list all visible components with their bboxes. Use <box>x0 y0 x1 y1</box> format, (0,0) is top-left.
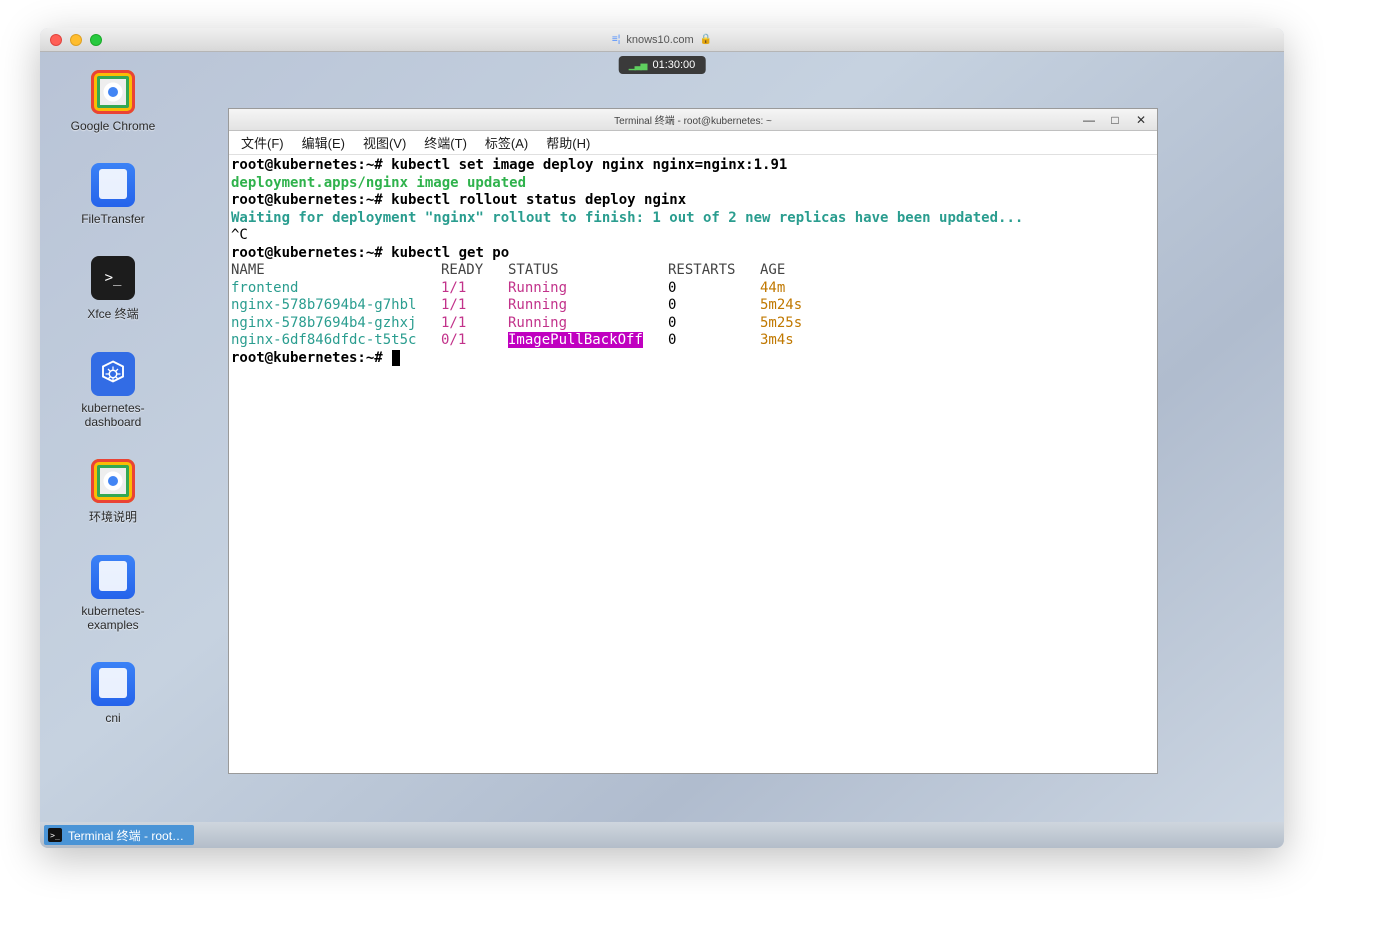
reader-icon: ≡¦ <box>612 34 620 45</box>
taskbar: >_ Terminal 终端 - root… <box>40 822 1284 848</box>
terminal-menubar: 文件(F) 编辑(E) 视图(V) 终端(T) 标签(A) 帮助(H) <box>229 131 1157 155</box>
cursor <box>392 350 400 366</box>
desktop-item-xfce-terminal[interactable]: >_ Xfce 终端 <box>58 256 168 322</box>
terminal-title: Terminal 终端 - root@kubernetes: ~ <box>614 112 772 127</box>
desktop-label: FileTransfer <box>81 212 145 226</box>
desktop-item-k8s-dashboard[interactable]: kubernetes-dashboard <box>58 352 168 429</box>
desktop-label: kubernetes-dashboard <box>58 401 168 429</box>
folder-icon <box>91 163 135 207</box>
folder-icon <box>91 555 135 599</box>
mac-titlebar: ≡¦ knows10.com 🔒 <box>40 28 1284 52</box>
timer-value: 01:30:00 <box>652 59 695 71</box>
terminal-icon: >_ <box>48 828 62 842</box>
menu-tabs[interactable]: 标签(A) <box>477 131 536 154</box>
desktop-label: Xfce 终端 <box>87 305 138 322</box>
desktop-label: 环境说明 <box>89 508 137 525</box>
desktop-item-chrome[interactable]: Google Chrome <box>58 70 168 133</box>
lock-icon: 🔒 <box>700 34 712 45</box>
terminal-icon: >_ <box>91 256 135 300</box>
maximize-button[interactable] <box>90 34 102 46</box>
chrome-icon <box>91 70 135 114</box>
terminal-body[interactable]: root@kubernetes:~# kubectl set image dep… <box>229 155 1157 369</box>
window-controls: — □ ✕ <box>1077 112 1153 128</box>
terminal-window: Terminal 终端 - root@kubernetes: ~ — □ ✕ 文… <box>228 108 1158 774</box>
browser-url-display[interactable]: ≡¦ knows10.com 🔒 <box>612 34 712 46</box>
desktop-item-cni[interactable]: cni <box>58 662 168 725</box>
traffic-lights <box>50 34 102 46</box>
close-button[interactable] <box>50 34 62 46</box>
k8s-icon <box>91 352 135 396</box>
desktop-label: cni <box>105 711 120 725</box>
desktop-label: kubernetes-examples <box>58 604 168 632</box>
signal-icon: ▁▃▅ <box>629 60 647 71</box>
menu-terminal[interactable]: 终端(T) <box>416 131 475 154</box>
taskbar-label: Terminal 终端 - root… <box>68 827 184 844</box>
taskbar-item-terminal[interactable]: >_ Terminal 终端 - root… <box>44 825 194 845</box>
minimize-icon[interactable]: — <box>1077 112 1101 128</box>
desktop-item-filetransfer[interactable]: FileTransfer <box>58 163 168 226</box>
menu-view[interactable]: 视图(V) <box>355 131 414 154</box>
chrome-icon <box>91 459 135 503</box>
timer-chip: ▁▃▅ 01:30:00 <box>619 56 706 74</box>
maximize-icon[interactable]: □ <box>1103 112 1127 128</box>
mac-window: ≡¦ knows10.com 🔒 ▁▃▅ 01:30:00 Google Chr… <box>40 28 1284 848</box>
desktop-item-k8s-examples[interactable]: kubernetes-examples <box>58 555 168 632</box>
menu-help[interactable]: 帮助(H) <box>538 131 598 154</box>
menu-file[interactable]: 文件(F) <box>233 131 292 154</box>
terminal-titlebar[interactable]: Terminal 终端 - root@kubernetes: ~ — □ ✕ <box>229 109 1157 131</box>
folder-icon <box>91 662 135 706</box>
desktop-item-env-readme[interactable]: 环境说明 <box>58 459 168 525</box>
url-text: knows10.com <box>626 34 693 46</box>
close-icon[interactable]: ✕ <box>1129 112 1153 128</box>
minimize-button[interactable] <box>70 34 82 46</box>
desktop-label: Google Chrome <box>71 119 156 133</box>
desktop-icons: Google Chrome FileTransfer >_ Xfce 终端 ku… <box>58 70 168 725</box>
menu-edit[interactable]: 编辑(E) <box>294 131 353 154</box>
